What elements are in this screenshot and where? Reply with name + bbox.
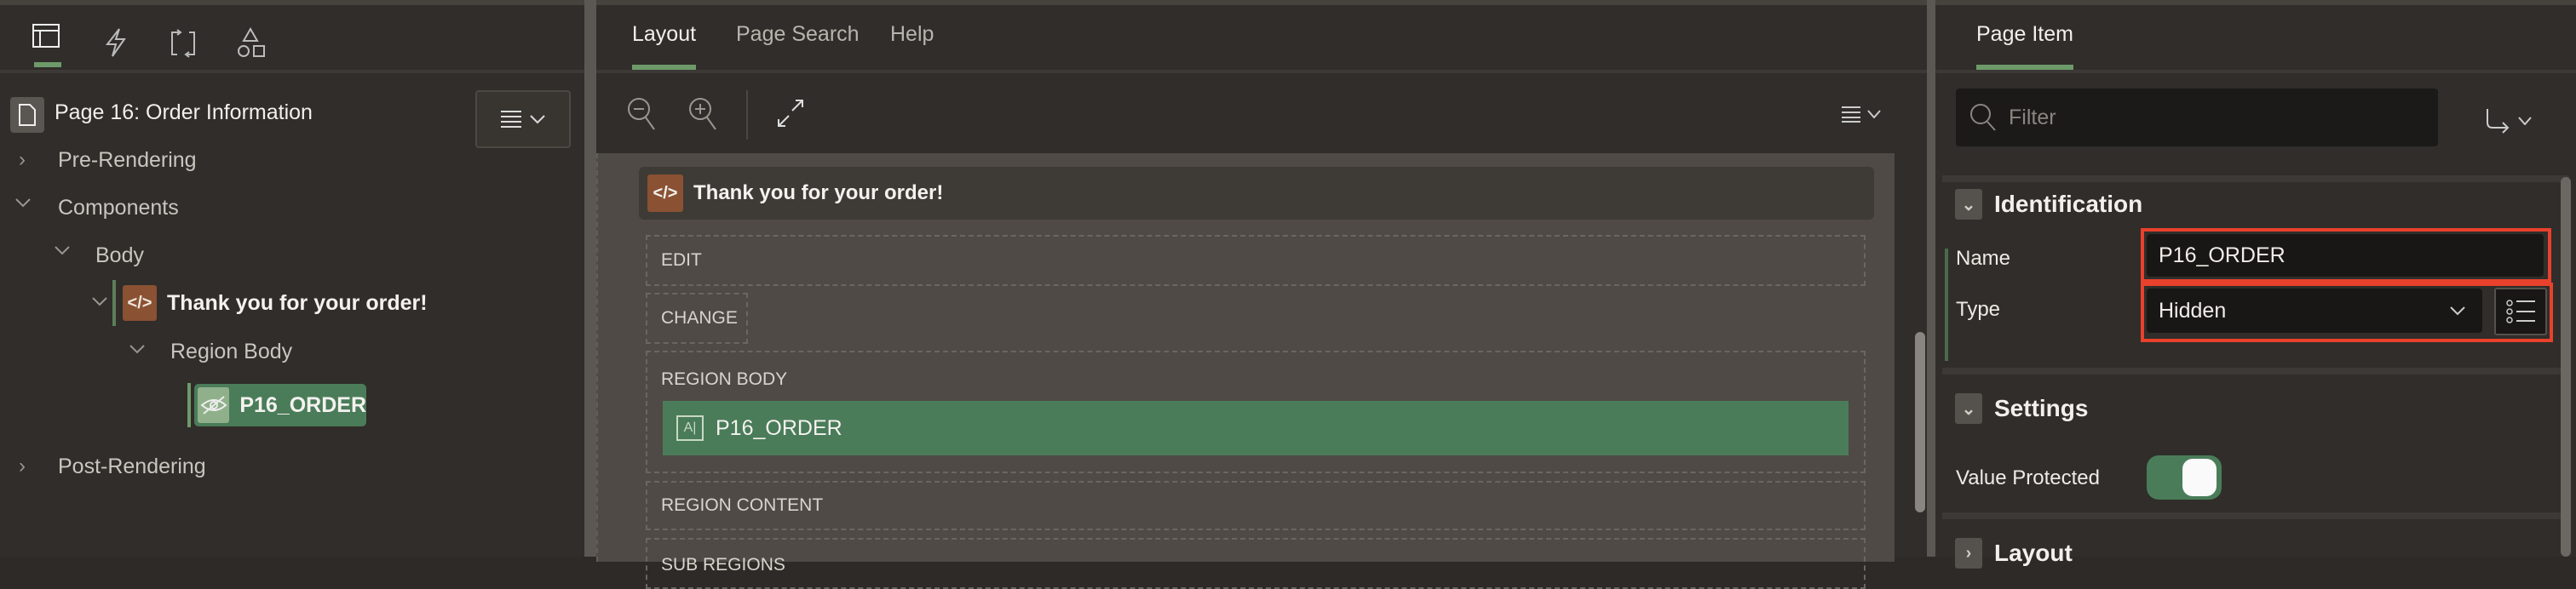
tab-rendering[interactable] [32, 24, 63, 71]
page-title[interactable]: Page 16: Order Information [55, 100, 313, 125]
hidden-eye-icon [198, 387, 230, 423]
chevron-right-icon[interactable]: › [1955, 538, 1982, 569]
slot-edit[interactable]: EDIT [646, 235, 1866, 286]
expand-button[interactable] [777, 99, 804, 128]
tab-layout[interactable]: Layout [632, 22, 697, 70]
shapes-icon [238, 27, 265, 57]
name-label: Name [1956, 247, 2011, 270]
value-protected-label: Value Protected [1956, 466, 2100, 489]
chevron-down-icon [530, 115, 545, 124]
go-to-group-button[interactable] [2486, 107, 2532, 134]
type-label: Type [1956, 298, 2001, 321]
lightning-icon [105, 28, 126, 57]
chevron-down-icon[interactable] [55, 245, 70, 255]
tab-processing[interactable] [169, 29, 198, 58]
section-layout[interactable]: › Layout [1955, 538, 2073, 569]
menu-icon [501, 111, 521, 128]
tree-node-item-selected[interactable]: P16_ORDER [194, 384, 366, 426]
tree-node-region-body[interactable]: Region Body [170, 331, 292, 372]
text-field-icon: A| [676, 415, 704, 441]
tree-node-pre-rendering[interactable]: Pre-Rendering [58, 140, 197, 180]
rendering-panel: Page 16: Order Information › Pre-Renderi… [0, 0, 584, 557]
chevron-down-icon[interactable] [15, 197, 31, 208]
go-to-icon [2487, 109, 2510, 134]
slot-sub-regions[interactable]: SUB REGIONS [646, 538, 1866, 589]
type-select[interactable]: Hidden [2147, 289, 2482, 333]
rendering-tree-icon [32, 24, 60, 48]
layout-item-p16-order[interactable]: A| P16_ORDER [663, 401, 1849, 455]
static-content-icon: </> [647, 174, 683, 212]
chevron-right-icon[interactable]: › [19, 455, 26, 478]
zoom-out-icon [628, 98, 655, 130]
chevron-down-icon[interactable] [92, 296, 107, 306]
tab-page-item[interactable]: Page Item [1976, 22, 2073, 70]
left-splitter[interactable] [584, 0, 596, 557]
type-list-button[interactable] [2494, 288, 2547, 335]
layout-panel: Layout Page Search Help </> Thank you fo… [596, 0, 1927, 589]
tab-dynamic-actions[interactable] [104, 27, 128, 58]
tree-menu-button[interactable] [475, 90, 571, 148]
chevron-down-icon [2518, 117, 2532, 125]
static-content-icon: </> [123, 285, 157, 321]
chevron-down-icon[interactable]: ⌄ [1955, 189, 1982, 220]
center-tabbar: Layout Page Search Help [596, 5, 1927, 73]
section-settings[interactable]: ⌄ Settings [1955, 393, 2088, 424]
canvas-scrollbar[interactable] [1915, 332, 1925, 512]
section-identification[interactable]: ⌄ Identification [1955, 189, 2142, 220]
zoom-in-button[interactable] [688, 97, 717, 131]
zoom-out-button[interactable] [627, 97, 656, 131]
tree-node-post-rendering[interactable]: Post-Rendering [58, 446, 206, 487]
processing-icon [171, 29, 195, 58]
page-icon [10, 97, 44, 133]
tree-node-body[interactable]: Body [95, 235, 144, 276]
right-tabbar: Page Item [1935, 5, 2576, 73]
slot-region-content[interactable]: REGION CONTENT [646, 481, 1866, 530]
zoom-in-icon [689, 98, 716, 130]
left-tabbar [0, 5, 584, 73]
tree-node-region[interactable]: </> Thank you for your order! [123, 283, 428, 323]
tab-page-search[interactable]: Page Search [736, 22, 860, 47]
properties-scrollbar[interactable] [2561, 177, 2571, 557]
slot-change[interactable]: CHANGE [646, 293, 748, 344]
name-input[interactable]: P16_ORDER [2147, 234, 2544, 277]
region-header[interactable]: </> Thank you for your order! [639, 167, 1874, 220]
value-protected-toggle[interactable] [2147, 455, 2222, 500]
chevron-right-icon[interactable]: › [19, 148, 26, 172]
chevron-down-icon[interactable]: ⌄ [1955, 393, 1982, 424]
chevron-down-icon[interactable] [129, 344, 145, 354]
right-splitter[interactable] [1927, 0, 1935, 557]
tree-node-components[interactable]: Components [58, 187, 179, 228]
expand-icon [778, 100, 803, 127]
menu-icon [1842, 106, 1860, 123]
filter-input[interactable]: Filter [1956, 89, 2438, 146]
layout-menu-button[interactable] [1842, 106, 1881, 123]
search-icon [1970, 104, 1996, 131]
tab-help[interactable]: Help [890, 22, 934, 47]
chevron-down-icon [1867, 110, 1881, 118]
list-icon [2506, 300, 2535, 323]
chevron-down-icon [2450, 306, 2465, 316]
tab-shared-components[interactable] [237, 27, 266, 58]
